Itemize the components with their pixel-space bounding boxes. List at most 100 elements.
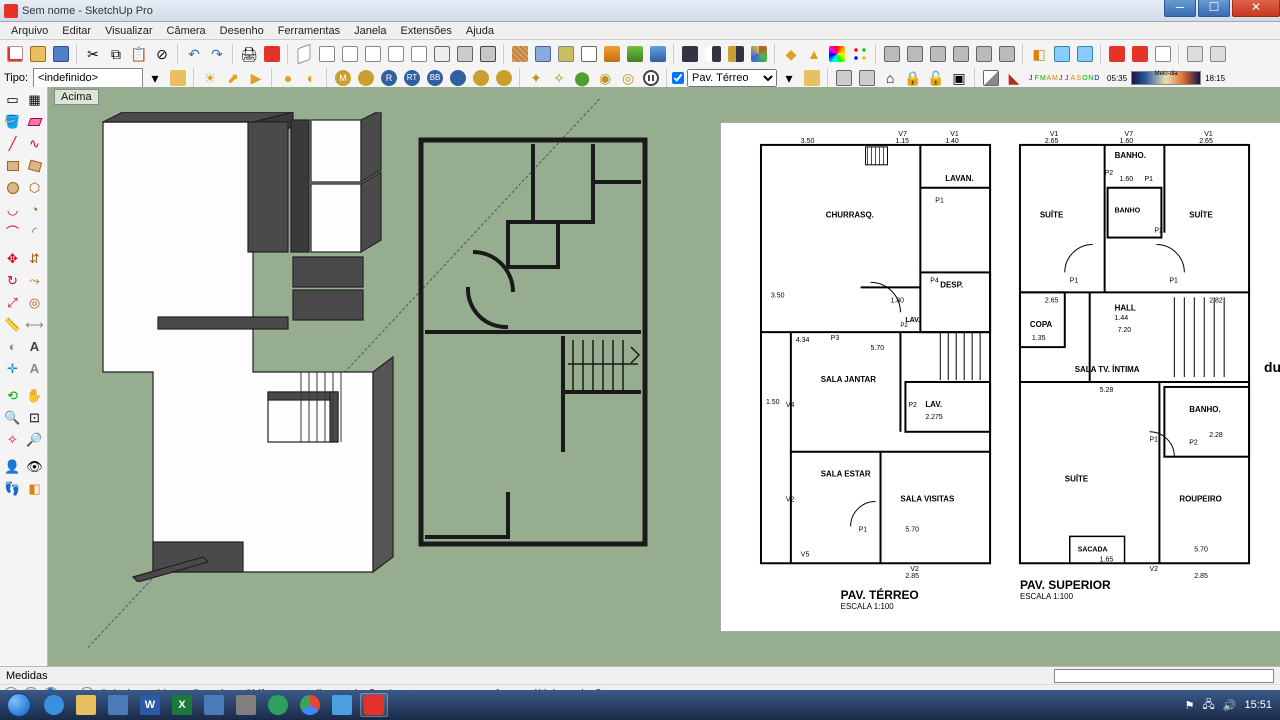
menu-help[interactable]: Ajuda <box>459 24 501 38</box>
badge-m[interactable]: M <box>332 67 354 89</box>
texture-button[interactable] <box>509 43 531 65</box>
extra-2[interactable] <box>1207 43 1229 65</box>
delete-button[interactable]: ⊘ <box>151 43 173 65</box>
pan-tool[interactable]: ✋ <box>24 385 45 406</box>
undo-button[interactable]: ↶ <box>183 43 205 65</box>
taskbar-app2[interactable] <box>200 693 228 717</box>
mono-button[interactable] <box>578 43 600 65</box>
view-right-button[interactable] <box>362 43 384 65</box>
smallset-2[interactable] <box>702 43 724 65</box>
scale-tool[interactable]: ⤢ <box>2 292 23 313</box>
redo-button[interactable]: ↷ <box>206 43 228 65</box>
tray-flag-icon[interactable]: ⚑ <box>1185 699 1195 712</box>
component-6[interactable] <box>996 43 1018 65</box>
text-tool[interactable]: A <box>24 336 45 357</box>
pushpull-tool[interactable]: ⇵ <box>24 248 45 269</box>
arc2-tool[interactable]: ⌒ <box>2 221 23 242</box>
smallset-4[interactable] <box>748 43 770 65</box>
render-5[interactable]: ◎ <box>617 67 639 89</box>
layer-select[interactable]: Pav. Térreo <box>687 69 777 87</box>
measurement-field[interactable] <box>1054 669 1274 683</box>
followme-tool[interactable]: ⤳ <box>24 270 45 291</box>
orbit-tool[interactable]: ⟲ <box>2 385 23 406</box>
component-3[interactable] <box>927 43 949 65</box>
sun-5[interactable]: ◐ <box>300 67 322 89</box>
backface-button[interactable] <box>555 43 577 65</box>
tray-network-icon[interactable]: 🖧 <box>1203 696 1215 715</box>
sun-2[interactable]: ⬈ <box>222 67 244 89</box>
sun-3[interactable]: ▶ <box>245 67 267 89</box>
midpoint-icon[interactable]: ▲ <box>803 43 825 65</box>
view-left-button[interactable] <box>408 43 430 65</box>
badge-y2[interactable] <box>493 67 515 89</box>
home-icon[interactable]: ⌂ <box>879 67 901 89</box>
menu-file[interactable]: Arquivo <box>4 24 55 38</box>
taskbar-app4[interactable] <box>264 693 292 717</box>
style-hidden-button[interactable] <box>454 43 476 65</box>
menu-camera[interactable]: Câmera <box>160 24 213 38</box>
taskbar-sketchup[interactable] <box>360 693 388 717</box>
tag-dropdown-button[interactable]: ▾ <box>144 67 166 89</box>
taskbar-explorer[interactable] <box>72 693 100 717</box>
save-file-button[interactable] <box>50 43 72 65</box>
tag-manage-button[interactable] <box>167 67 189 89</box>
look-around-tool[interactable]: 👁 <box>24 456 45 477</box>
sun-1[interactable]: ☀ <box>199 67 221 89</box>
menu-tools[interactable]: Ferramentas <box>271 24 347 38</box>
section-plane-button[interactable]: ◧ <box>1028 43 1050 65</box>
line-tool[interactable]: ╱ <box>2 133 23 154</box>
taskbar-app5[interactable] <box>328 693 356 717</box>
endpoint-icon[interactable]: ◆ <box>780 43 802 65</box>
arc-tool[interactable]: ◡ <box>2 199 23 220</box>
unlock-icon[interactable]: 🔓 <box>925 67 947 89</box>
select-tool[interactable]: ▭ <box>2 89 23 110</box>
view-iso-button[interactable] <box>293 43 315 65</box>
component-5[interactable] <box>973 43 995 65</box>
taskbar-app1[interactable] <box>104 693 132 717</box>
view-back-button[interactable] <box>385 43 407 65</box>
protractor-tool[interactable]: ◐ <box>2 336 23 357</box>
badge-y1[interactable] <box>470 67 492 89</box>
copy-button[interactable]: ⧉ <box>105 43 127 65</box>
component-4[interactable] <box>950 43 972 65</box>
model-info-button[interactable] <box>261 43 283 65</box>
render-1[interactable]: ✦ <box>525 67 547 89</box>
freehand-tool[interactable]: ∿ <box>24 133 45 154</box>
dots-icon[interactable] <box>849 43 871 65</box>
shadow-settings[interactable]: ◣ <box>1003 67 1025 89</box>
smallset-1[interactable] <box>679 43 701 65</box>
layer-dropdown-button[interactable]: ▾ <box>778 67 800 89</box>
extra-1[interactable] <box>1184 43 1206 65</box>
section-display-button[interactable] <box>1051 43 1073 65</box>
prev-view-tool[interactable]: 🔎 <box>24 429 45 450</box>
walk-tool[interactable]: 👣 <box>2 478 23 499</box>
badge-bb[interactable]: BB <box>424 67 446 89</box>
print-button[interactable]: 🖨 <box>238 43 260 65</box>
component-tool[interactable]: ▦ <box>24 89 45 110</box>
color3-button[interactable] <box>647 43 669 65</box>
render-stop[interactable] <box>640 67 662 89</box>
new-file-button[interactable] <box>4 43 26 65</box>
axes-tool[interactable]: ✛ <box>2 358 23 379</box>
badge-rt[interactable]: RT <box>401 67 423 89</box>
close-button[interactable]: ✕ <box>1232 0 1280 17</box>
taskbar-app3[interactable] <box>232 693 260 717</box>
cut-button[interactable]: ✂ <box>82 43 104 65</box>
badge-star[interactable] <box>355 67 377 89</box>
minimize-button[interactable]: ─ <box>1164 0 1196 17</box>
style-wire-button[interactable] <box>431 43 453 65</box>
3dtext-tool[interactable]: A <box>24 358 45 379</box>
zoomext-tool[interactable]: ✧ <box>2 429 23 450</box>
view-top-button[interactable] <box>316 43 338 65</box>
warehouse-button[interactable] <box>1106 43 1128 65</box>
smallset-3[interactable] <box>725 43 747 65</box>
section-tool[interactable]: ◧ <box>24 478 45 499</box>
component-1[interactable] <box>881 43 903 65</box>
taskbar-chrome[interactable] <box>296 693 324 717</box>
layout-button[interactable] <box>1152 43 1174 65</box>
rectangle-tool[interactable] <box>2 155 23 176</box>
menu-window[interactable]: Janela <box>347 24 393 38</box>
tray-clock[interactable]: 15:51 <box>1244 699 1272 711</box>
style-shaded-button[interactable] <box>477 43 499 65</box>
menu-extensions[interactable]: Extensões <box>394 24 459 38</box>
